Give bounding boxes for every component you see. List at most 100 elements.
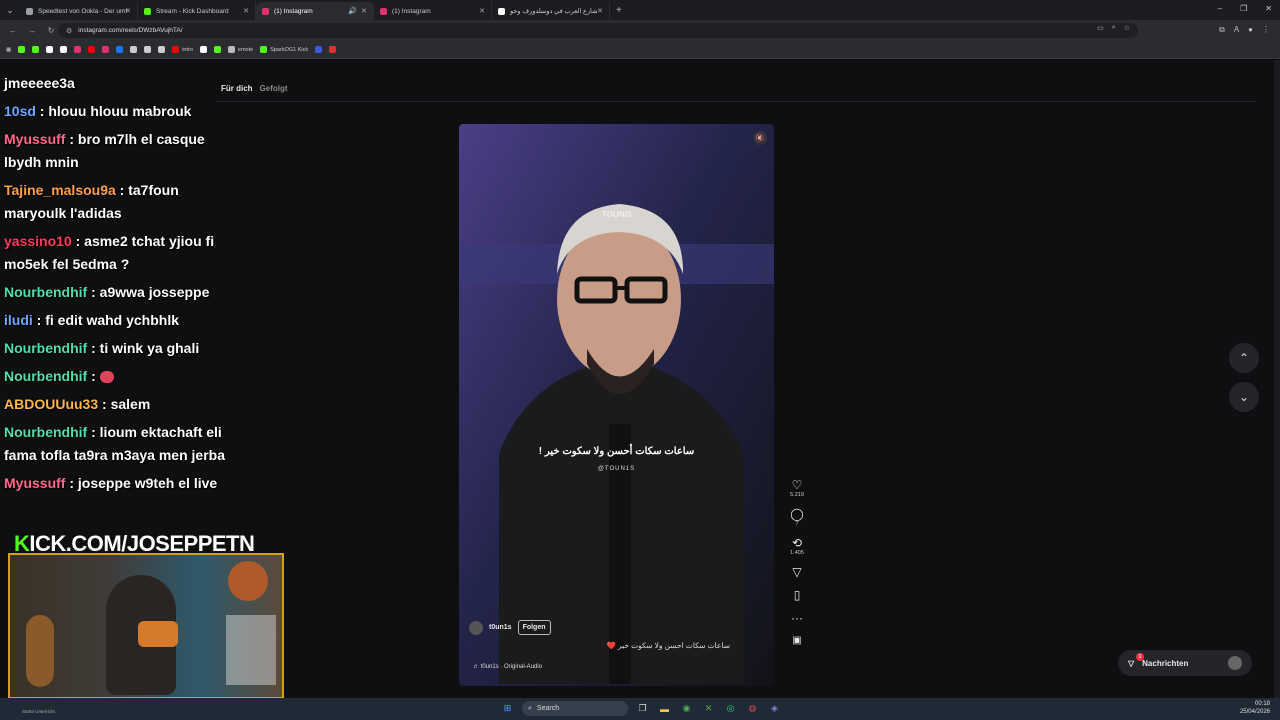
taskbar-search[interactable]: ⌕ Search [522, 701, 628, 716]
webcam-mug [138, 621, 178, 647]
browser-tab[interactable]: شارع العرب في دوسلدورف وجو ✕ [492, 2, 610, 20]
chat-message: Myussuff : bro m7lh el casque lbydh mnin [4, 128, 244, 174]
chrome-icon[interactable]: ◉ [679, 701, 694, 716]
bookmark-favicon [329, 46, 337, 53]
tab-following[interactable]: Gefolgt [260, 84, 288, 93]
chat-username[interactable]: 10sd [4, 103, 36, 119]
bookmark-item[interactable] [130, 46, 138, 53]
page-scrollbar[interactable] [1274, 60, 1280, 698]
tab-close-icon[interactable]: ✕ [479, 7, 485, 15]
bookmark-item[interactable] [315, 46, 323, 53]
reload-icon[interactable]: ↻ [45, 26, 57, 35]
tab-close-icon[interactable]: ✕ [597, 7, 603, 15]
apps-icon[interactable]: ▦ [6, 47, 11, 53]
bookmark-item[interactable] [199, 46, 207, 53]
file-explorer-icon[interactable]: ▬ [657, 701, 672, 716]
chevron-down-icon: ⌄ [1238, 390, 1250, 404]
mute-icon[interactable]: 🔇 [753, 131, 767, 145]
forward-icon[interactable]: → [26, 26, 38, 35]
bookmark-item[interactable]: intro [172, 46, 193, 53]
reel-video[interactable]: 🔇 TOUNIS ساعات سكات أحسن ولا سكوت خير ! … [459, 124, 774, 686]
chat-message: ABDOUUuu33 : salem [4, 393, 244, 416]
chat-username[interactable]: Tajine_malsou9a [4, 182, 116, 198]
chat-username[interactable]: Nourbendhif [4, 368, 87, 384]
address-bar[interactable]: ⚙ instagram.com/reels/DWzbAVujhTA/ ▭ ⌕ ☆ [58, 23, 1138, 38]
close-window-button[interactable]: ✕ [1265, 4, 1272, 13]
chat-username[interactable]: Nourbendhif [4, 424, 87, 440]
bookmark-item[interactable] [46, 46, 54, 53]
save-button[interactable]: ▯ [794, 588, 801, 602]
bookmark-item[interactable] [158, 46, 166, 53]
browser-menu-icon[interactable]: ⋮ [1262, 25, 1270, 35]
bookmark-item[interactable] [32, 46, 40, 53]
reel-audio[interactable]: ♬ t0un1s · Original-Audio [473, 664, 542, 670]
profile-avatar[interactable]: ● [1248, 25, 1253, 35]
tab-favicon [144, 7, 151, 15]
browser-tab[interactable]: Speedtest von Ookla - Der umf ✕ [20, 2, 138, 20]
audio-thumbnail[interactable]: ▣ [792, 634, 801, 648]
next-reel-button[interactable]: ⌄ [1229, 382, 1259, 412]
bookmark-item[interactable] [116, 46, 124, 53]
taskbar-search-label: Search [536, 705, 560, 712]
minimize-button[interactable]: – [1218, 4, 1222, 13]
chat-username[interactable]: ABDOUUuu33 [4, 396, 98, 412]
chat-username[interactable]: Nourbendhif [4, 284, 87, 300]
chat-username[interactable]: Myussuff [4, 475, 65, 491]
new-tab-button[interactable]: + [616, 5, 622, 16]
author-avatar[interactable] [469, 620, 483, 635]
chat-username[interactable]: Nourbendhif [4, 340, 87, 356]
bookmark-item[interactable]: emote [227, 46, 253, 53]
chat-username[interactable]: iludi [4, 312, 33, 328]
tab-close-icon[interactable]: ✕ [361, 7, 367, 15]
bookmark-favicon [213, 46, 221, 53]
extensions-icon[interactable]: ⧉ [1219, 25, 1225, 35]
windows-start-icon[interactable]: ⊞ [500, 701, 515, 716]
back-icon[interactable]: ← [7, 26, 19, 35]
obs-icon[interactable]: ◍ [745, 701, 760, 716]
bookmark-item[interactable] [144, 46, 152, 53]
messages-button[interactable]: ▽ 1 Nachrichten [1118, 650, 1252, 676]
chat-message: Nourbendhif : a9wwa josseppe [4, 281, 244, 304]
author-username[interactable]: t0un1s [489, 624, 512, 631]
bookmark-item[interactable] [88, 46, 96, 53]
bookmark-item[interactable] [213, 46, 221, 53]
whatsapp-icon[interactable]: ◎ [723, 701, 738, 716]
comment-button[interactable]: ◯ 7 [790, 507, 803, 527]
discord-icon[interactable]: ◈ [767, 701, 782, 716]
chat-username[interactable]: Myussuff [4, 131, 65, 147]
share-button[interactable]: ▽ [792, 565, 801, 579]
previous-reel-button[interactable]: ⌃ [1229, 343, 1259, 373]
bookmark-item[interactable]: SparkOG1 Kick [260, 46, 308, 53]
system-clock[interactable]: 00:18 25/04/2026 [1240, 700, 1270, 716]
tab-close-icon[interactable]: ✕ [125, 7, 131, 15]
bookmark-item[interactable] [60, 46, 68, 53]
bookmark-item[interactable] [102, 46, 110, 53]
tab-close-icon[interactable]: ✕ [243, 7, 249, 15]
cast-icon[interactable]: ▭ [1097, 24, 1104, 32]
xbox-icon[interactable]: ✕ [701, 701, 716, 716]
bookmark-star-icon[interactable]: ☆ [1124, 24, 1130, 32]
tab-audio-icon[interactable]: 🔊 [348, 7, 357, 15]
site-info-icon[interactable]: ⚙ [66, 27, 72, 35]
chat-username[interactable]: yassino10 [4, 233, 72, 249]
browser-tab[interactable]: (1) Instagram ✕ [374, 2, 492, 20]
browser-tab[interactable]: Stream - Kick Dashboard ✕ [138, 2, 256, 20]
chevron-up-icon: ⌃ [1238, 351, 1250, 365]
bookmarks-bar: ▦ intro emote SparkOG1 Kick [0, 41, 1280, 59]
repost-button[interactable]: ⟲ 1.405 [790, 536, 804, 556]
bookmark-favicon [199, 46, 207, 53]
bookmark-item[interactable] [18, 46, 26, 53]
reel-caption[interactable]: ساعات سكات احسن ولا سكوت خير ❤️ [607, 641, 730, 650]
browser-tab[interactable]: (1) Instagram 🔊 ✕ [256, 2, 374, 20]
bookmark-item[interactable] [74, 46, 82, 53]
tab-search-button[interactable]: ⌄ [0, 0, 20, 20]
like-button[interactable]: ♡ 5.219 [790, 478, 804, 498]
task-view-icon[interactable]: ❐ [635, 701, 650, 716]
chat-text: : joseppe w9teh el live [65, 475, 218, 491]
follow-button[interactable]: Folgen [517, 620, 551, 635]
maximize-button[interactable]: ❐ [1240, 4, 1247, 13]
zoom-icon[interactable]: ⌕ [1112, 24, 1116, 32]
translate-icon[interactable]: A [1234, 25, 1239, 35]
more-options-button[interactable]: ··· [791, 611, 803, 625]
bookmark-item[interactable] [329, 46, 337, 53]
